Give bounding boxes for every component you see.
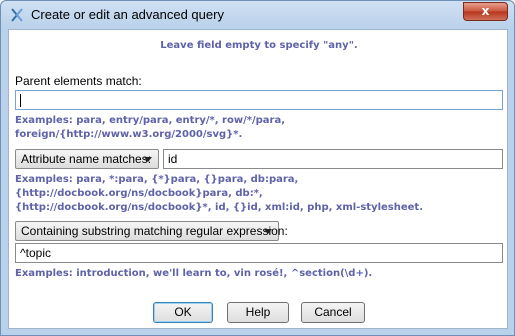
title-bar[interactable]: Create or edit an advanced query x (1, 1, 514, 29)
substring-examples: Examples: introduction, we'll learn to, … (15, 268, 373, 279)
parent-elements-label: Parent elements match: (15, 74, 142, 88)
empty-field-hint: Leave field empty to specify "any". (160, 40, 358, 51)
chevron-down-icon (264, 229, 272, 234)
ok-button[interactable]: OK (153, 302, 213, 323)
parent-elements-input[interactable] (15, 90, 503, 110)
dialog-window: Create or edit an advanced query x Leave… (0, 0, 515, 336)
chevron-down-icon (144, 157, 152, 162)
substring-mode-dropdown[interactable]: Containing substring matching regular ex… (15, 221, 288, 241)
attribute-mode-dropdown[interactable]: Attribute name matches: (15, 149, 159, 169)
attribute-name-input[interactable]: id (163, 149, 503, 169)
substring-mode-label: Containing substring matching regular ex… (21, 224, 288, 238)
window-title: Create or edit an advanced query (31, 7, 224, 22)
attribute-examples-line-1: Examples: para, *:para, {*}para, {}para,… (15, 174, 299, 199)
text-caret (20, 94, 21, 107)
close-button[interactable]: x (463, 2, 508, 21)
parent-elements-examples: Examples: para, entry/para, entry/*, row… (15, 115, 286, 140)
help-button[interactable]: Help (227, 302, 289, 323)
attribute-examples-line-2: {http://docbook.org/ns/docbook}*, id, {}… (15, 202, 424, 213)
substring-regex-input[interactable]: ^topic (15, 243, 503, 263)
attribute-mode-label: Attribute name matches: (21, 152, 152, 166)
app-icon (11, 8, 23, 22)
dialog-body: Leave field empty to specify "any". Pare… (8, 29, 508, 329)
attribute-examples: Examples: para, *:para, {*}para, {}para,… (15, 173, 505, 215)
cancel-button[interactable]: Cancel (301, 302, 365, 323)
